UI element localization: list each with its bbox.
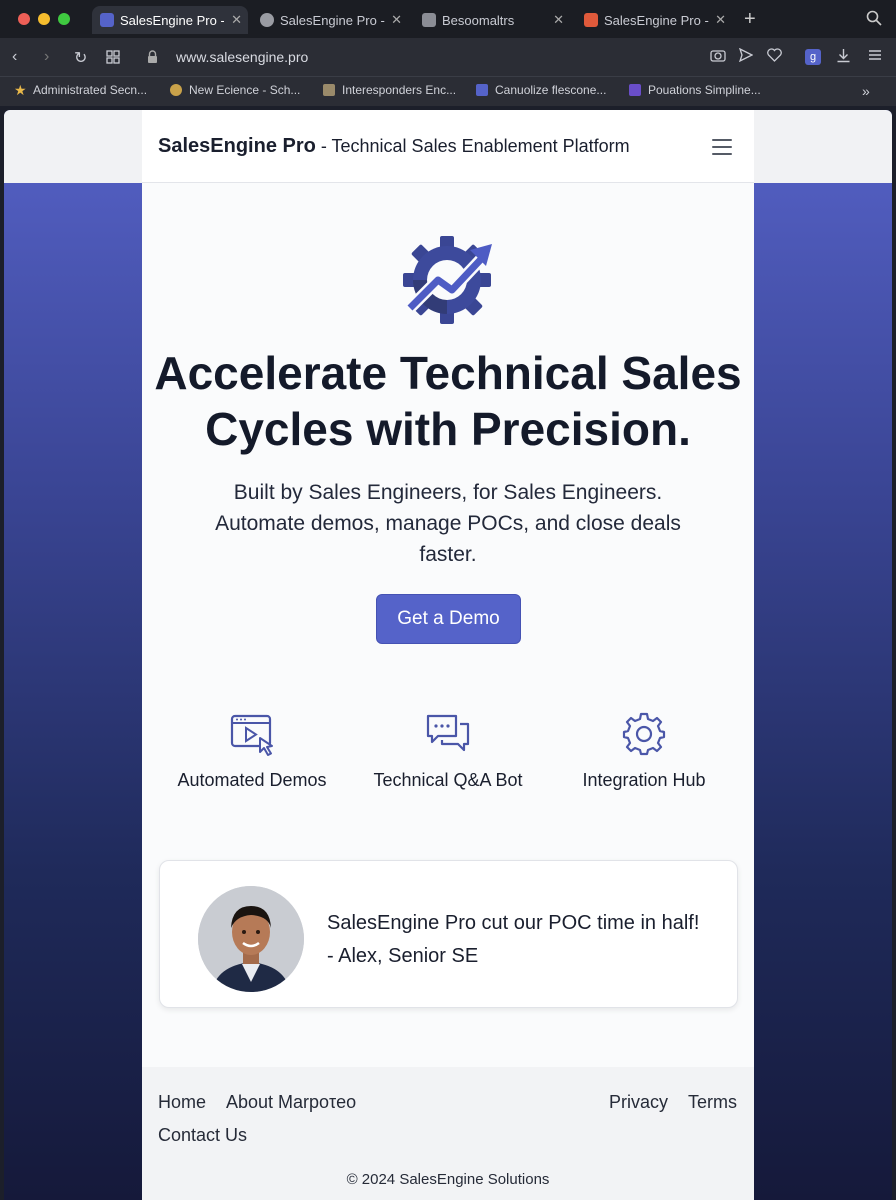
feature-automated-demos[interactable]: Automated Demos [162, 710, 342, 791]
window-controls [18, 13, 70, 25]
shield-favicon-icon [476, 84, 488, 96]
tab-title: SalesEngine Pro - [120, 12, 224, 28]
send-icon[interactable] [739, 48, 753, 62]
testimonial-card: SalesEngine Pro cut our POC time in half… [159, 860, 738, 1008]
red-favicon-icon [584, 13, 598, 27]
footer-link-home[interactable]: Home [158, 1092, 206, 1113]
bookmark-item[interactable]: New Ecience - Sch... [170, 83, 300, 97]
person-photo-icon [198, 886, 304, 992]
close-window-button[interactable] [18, 13, 30, 25]
footer-link-contact[interactable]: Contact Us [158, 1125, 247, 1146]
browser-chrome: SalesEngine Pro - ✕ SalesEngine Pro - ✕ … [0, 0, 896, 106]
copyright-text: © 2024 SalesEngine Solutions [346, 1171, 550, 1188]
bookmark-label: Administrated Secn... [33, 83, 148, 97]
footer-link-terms[interactable]: Terms [688, 1092, 737, 1113]
subtitle-line-1: Built by Sales Engineers, for Sales Engi… [233, 481, 663, 504]
bookmark-label: Pouations Simpline... [648, 83, 761, 97]
hero-subtitle: Built by Sales Engineers, for Sales Engi… [182, 477, 714, 570]
testimonial-quote: SalesEngine Pro cut our POC time in half… [327, 907, 699, 973]
heart-icon[interactable] [767, 48, 782, 62]
forward-icon[interactable]: › [44, 48, 49, 66]
minimize-window-button[interactable] [38, 13, 50, 25]
tab-title: Besoomaltrs [442, 12, 515, 28]
download-icon[interactable] [836, 48, 851, 63]
bookmark-item[interactable]: Interesponders Enc... [323, 83, 456, 97]
brand-tagline: - Technical Sales Enablement Platform [315, 136, 630, 156]
quote-text: SalesEngine Pro cut our POC time in half… [327, 912, 700, 934]
reload-icon[interactable]: ↻ [74, 48, 87, 68]
url-field[interactable]: www.salesengine.pro [176, 49, 308, 65]
tab-salesengine-third[interactable]: SalesEngine Pro - ✕ [576, 6, 732, 34]
bookmark-favicon-icon [170, 84, 182, 96]
tab-besoomaltrs[interactable]: Besoomaltrs ✕ [414, 6, 570, 34]
bookmark-item[interactable]: ★ Administrated Secn... [14, 83, 147, 97]
extension-icon[interactable]: g [805, 49, 821, 65]
brand-name: SalesEngine Pro [158, 135, 316, 157]
feature-label: Automated Demos [177, 770, 327, 790]
bookmark-favicon-icon [323, 84, 335, 96]
bookmarks-overflow-button[interactable]: » [862, 83, 870, 99]
bookmark-label: Canuolize flescone... [495, 83, 607, 97]
page-content: SalesEngine Pro - Technical Sales Enable… [142, 110, 754, 1200]
subtitle-line-3: faster. [419, 543, 477, 566]
bookmark-item[interactable]: Canuolize flescone... [476, 83, 606, 97]
tab-title: SalesEngine Pro - [604, 12, 709, 28]
close-tab-icon[interactable]: ✕ [391, 12, 402, 28]
page-favicon-icon [422, 13, 436, 27]
bookmark-favicon-icon [629, 84, 641, 96]
camera-icon[interactable] [710, 48, 726, 62]
hamburger-menu-icon[interactable] [712, 139, 732, 155]
menu-icon[interactable] [868, 48, 882, 62]
bookmark-label: New Ecience - Sch... [189, 83, 301, 97]
footer-link-about[interactable]: About Marpoτeo [226, 1092, 356, 1113]
feature-qa-bot[interactable]: Technical Q&A Bot [358, 710, 538, 791]
site-brand[interactable]: SalesEngine Pro - Technical Sales Enable… [158, 135, 630, 158]
maximize-window-button[interactable] [58, 13, 70, 25]
search-tabs-icon[interactable] [866, 10, 882, 26]
hero-headline: Accelerate Technical Sales Cycles with P… [142, 345, 754, 457]
demo-play-icon [230, 714, 273, 756]
tab-bar: SalesEngine Pro - ✕ SalesEngine Pro - ✕ … [0, 0, 896, 38]
address-toolbar [0, 38, 896, 76]
close-tab-icon[interactable]: ✕ [715, 12, 726, 28]
gear-icon [622, 712, 666, 756]
hero-line-1: Accelerate Technical Sales [154, 347, 742, 399]
github-favicon-icon [260, 13, 274, 27]
tab-title: SalesEngine Pro - [280, 12, 385, 28]
get-demo-button[interactable]: Get a Demo [376, 594, 521, 644]
subtitle-line-2: Automate demos, manage POCs, and close d… [215, 512, 681, 535]
tab-grid-icon[interactable] [106, 50, 120, 64]
back-icon[interactable]: ‹ [12, 48, 17, 66]
site-header: SalesEngine Pro - Technical Sales Enable… [142, 110, 754, 183]
quote-author: - Alex, Senior SE [327, 945, 479, 967]
bookmark-label: Interesponders Enc... [342, 83, 457, 97]
hero-line-2: Cycles with Precision. [205, 403, 691, 455]
avatar [198, 886, 304, 992]
salesengine-favicon-icon [100, 13, 114, 27]
tab-salesengine-active[interactable]: SalesEngine Pro - ✕ [92, 6, 248, 34]
star-icon: ★ [14, 82, 27, 98]
lock-icon [148, 50, 157, 63]
footer-link-privacy[interactable]: Privacy [609, 1092, 668, 1113]
close-tab-icon[interactable]: ✕ [553, 12, 564, 28]
new-tab-button[interactable]: + [744, 8, 756, 31]
page-viewport: SalesEngine Pro - Technical Sales Enable… [4, 110, 892, 1200]
close-tab-icon[interactable]: ✕ [231, 12, 242, 28]
gear-growth-logo-icon [403, 236, 492, 324]
chat-bubbles-icon [426, 714, 470, 752]
feature-integration-hub[interactable]: Integration Hub [554, 710, 734, 791]
feature-label: Integration Hub [582, 770, 706, 790]
bookmark-item[interactable]: Pouations Simpline... [629, 83, 761, 97]
feature-label: Technical Q&A Bot [373, 770, 523, 790]
tab-salesengine-github[interactable]: SalesEngine Pro - ✕ [252, 6, 408, 34]
